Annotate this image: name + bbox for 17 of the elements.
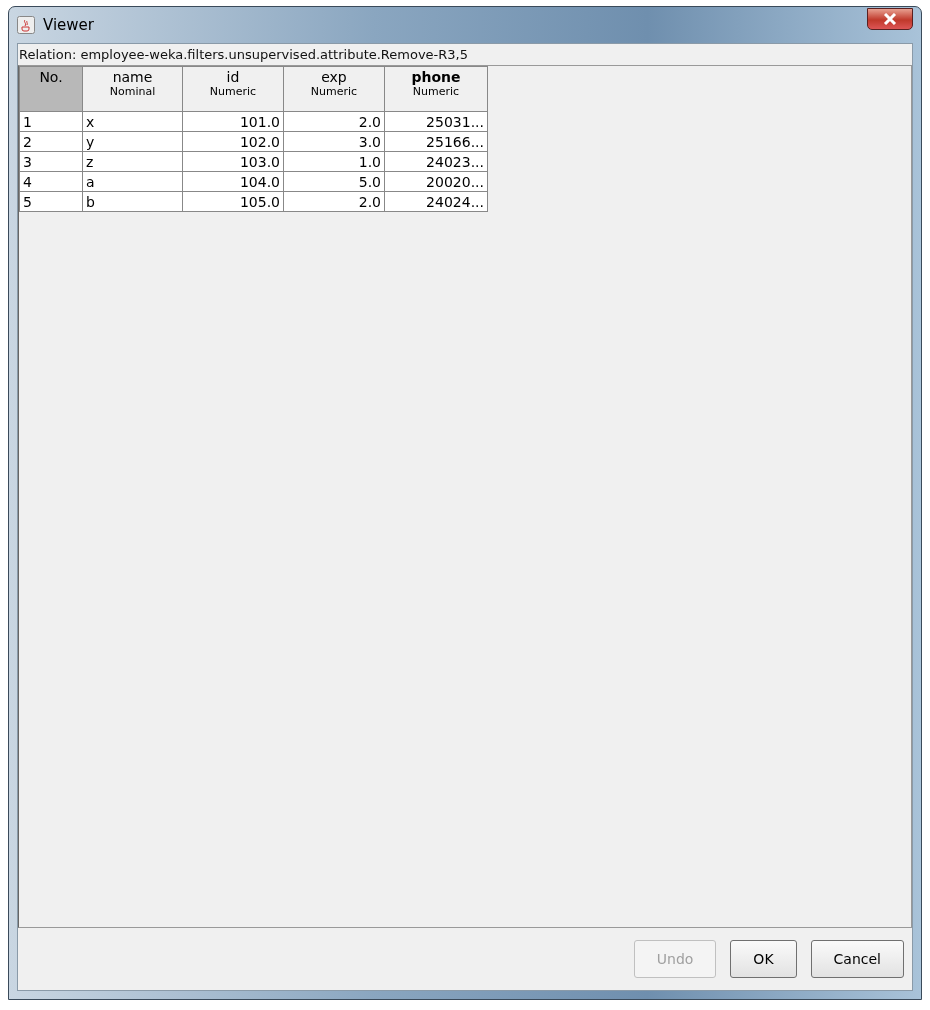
table-cell: 1 [19,111,83,132]
close-icon [883,13,897,25]
column-header[interactable]: No. [19,66,83,112]
table-cell: 5 [19,191,83,212]
table-cell: 3 [19,151,83,172]
window-title: Viewer [43,16,94,34]
close-button[interactable] [867,8,913,30]
column-header[interactable]: phone Numeric [384,66,488,112]
cup-icon [17,16,35,34]
table-cell: 2 [19,131,83,152]
table-cell: 4 [19,171,83,192]
dialog-button[interactable]: OK [730,940,797,978]
column-header[interactable]: exp Numeric [283,66,385,112]
column-header[interactable]: name Nominal [82,66,183,112]
column-header[interactable]: id Numeric [182,66,284,112]
relation-label: Relation: employee-weka.filters.unsupervised.attribute.Remove-R3,5 [18,46,469,64]
dialog-button[interactable]: Cancel [810,940,904,978]
